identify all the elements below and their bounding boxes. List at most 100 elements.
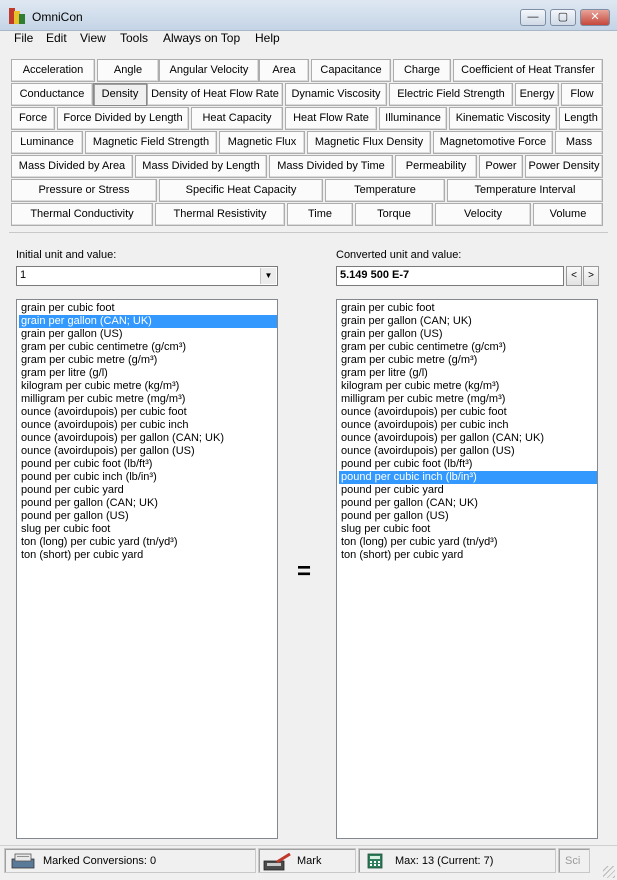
from-unit-item[interactable]: grain per cubic foot xyxy=(19,302,277,315)
to-unit-item[interactable]: gram per cubic centimetre (g/cm³) xyxy=(339,341,597,354)
tab-density[interactable]: Density xyxy=(93,83,147,106)
from-unit-item[interactable]: pound per cubic foot (lb/ft³) xyxy=(19,458,277,471)
tab-acceleration[interactable]: Acceleration xyxy=(11,59,95,82)
to-unit-item[interactable]: gram per litre (g/l) xyxy=(339,367,597,380)
tab-flow[interactable]: Flow xyxy=(561,83,603,106)
to-unit-item[interactable]: pound per cubic foot (lb/ft³) xyxy=(339,458,597,471)
from-unit-item[interactable]: grain per gallon (CAN; UK) xyxy=(19,315,277,328)
tab-charge[interactable]: Charge xyxy=(393,59,451,82)
tab-force-divided-by-length[interactable]: Force Divided by Length xyxy=(57,107,189,130)
tab-conductance[interactable]: Conductance xyxy=(11,83,93,106)
tab-temperature[interactable]: Temperature xyxy=(325,179,445,202)
tab-time[interactable]: Time xyxy=(287,203,353,226)
to-unit-item[interactable]: grain per gallon (US) xyxy=(339,328,597,341)
from-unit-item[interactable]: grain per gallon (US) xyxy=(19,328,277,341)
from-unit-item[interactable]: ounce (avoirdupois) per gallon (CAN; UK) xyxy=(19,432,277,445)
to-unit-item[interactable]: grain per cubic foot xyxy=(339,302,597,315)
tab-torque[interactable]: Torque xyxy=(355,203,433,226)
tab-mass-divided-by-area[interactable]: Mass Divided by Area xyxy=(11,155,133,178)
tab-thermal-resistivity[interactable]: Thermal Resistivity xyxy=(155,203,285,226)
to-unit-item[interactable]: gram per cubic metre (g/m³) xyxy=(339,354,597,367)
from-unit-item[interactable]: ton (long) per cubic yard (tn/yd³) xyxy=(19,536,277,549)
tab-mass-divided-by-length[interactable]: Mass Divided by Length xyxy=(135,155,267,178)
tab-area[interactable]: Area xyxy=(259,59,309,82)
tab-magnetic-flux-density[interactable]: Magnetic Flux Density xyxy=(307,131,431,154)
to-unit-item[interactable]: ounce (avoirdupois) per cubic foot xyxy=(339,406,597,419)
tab-luminance[interactable]: Luminance xyxy=(11,131,83,154)
to-unit-item[interactable]: ton (short) per cubic yard xyxy=(339,549,597,562)
initial-value[interactable]: 1 xyxy=(20,269,26,281)
from-unit-item[interactable]: gram per cubic centimetre (g/cm³) xyxy=(19,341,277,354)
tab-angular-velocity[interactable]: Angular Velocity xyxy=(159,59,259,82)
mark-label[interactable]: Mark xyxy=(297,855,321,867)
tab-magnetomotive-force[interactable]: Magnetomotive Force xyxy=(433,131,553,154)
sci-panel[interactable]: Sci xyxy=(558,848,590,873)
tab-power[interactable]: Power xyxy=(479,155,523,178)
tab-temperature-interval[interactable]: Temperature Interval xyxy=(447,179,603,202)
to-unit-item[interactable]: ton (long) per cubic yard (tn/yd³) xyxy=(339,536,597,549)
tab-volume[interactable]: Volume xyxy=(533,203,603,226)
tab-heat-capacity[interactable]: Heat Capacity xyxy=(191,107,283,130)
prev-format-button[interactable]: < xyxy=(566,266,582,286)
maximize-button[interactable]: ▢ xyxy=(550,9,576,26)
tab-kinematic-viscosity[interactable]: Kinematic Viscosity xyxy=(449,107,557,130)
mark-button[interactable]: Mark xyxy=(258,848,356,873)
converted-value-field[interactable]: 5.149 500 E-7 xyxy=(336,266,564,286)
menu-always-on-top[interactable]: Always on Top xyxy=(163,31,240,45)
to-unit-item[interactable]: milligram per cubic metre (mg/m³) xyxy=(339,393,597,406)
from-unit-item[interactable]: gram per litre (g/l) xyxy=(19,367,277,380)
to-unit-item[interactable]: ounce (avoirdupois) per gallon (US) xyxy=(339,445,597,458)
from-unit-item[interactable]: gram per cubic metre (g/m³) xyxy=(19,354,277,367)
close-button[interactable]: ✕ xyxy=(580,9,610,26)
tab-coefficient-of-heat-transfer[interactable]: Coefficient of Heat Transfer xyxy=(453,59,603,82)
tab-heat-flow-rate[interactable]: Heat Flow Rate xyxy=(285,107,377,130)
from-unit-item[interactable]: pound per gallon (CAN; UK) xyxy=(19,497,277,510)
minimize-button[interactable]: — xyxy=(520,9,546,26)
from-unit-item[interactable]: ton (short) per cubic yard xyxy=(19,549,277,562)
from-unit-list[interactable]: grain per cubic foot grain per gallon (CA… xyxy=(16,299,278,839)
from-unit-item[interactable]: slug per cubic foot xyxy=(19,523,277,536)
tab-dynamic-viscosity[interactable]: Dynamic Viscosity xyxy=(285,83,387,106)
from-unit-item[interactable]: milligram per cubic metre (mg/m³) xyxy=(19,393,277,406)
next-format-button[interactable]: > xyxy=(583,266,599,286)
to-unit-item[interactable]: pound per cubic yard xyxy=(339,484,597,497)
tab-power-density[interactable]: Power Density xyxy=(525,155,603,178)
menu-view[interactable]: View xyxy=(80,31,106,45)
to-unit-item[interactable]: pound per gallon (US) xyxy=(339,510,597,523)
tab-energy[interactable]: Energy xyxy=(515,83,559,106)
from-unit-item[interactable]: pound per gallon (US) xyxy=(19,510,277,523)
from-unit-item[interactable]: pound per cubic yard xyxy=(19,484,277,497)
from-unit-item[interactable]: ounce (avoirdupois) per cubic foot xyxy=(19,406,277,419)
tab-specific-heat-capacity[interactable]: Specific Heat Capacity xyxy=(159,179,323,202)
menu-tools[interactable]: Tools xyxy=(120,31,148,45)
tab-magnetic-flux[interactable]: Magnetic Flux xyxy=(219,131,305,154)
to-unit-item[interactable]: kilogram per cubic metre (kg/m³) xyxy=(339,380,597,393)
to-unit-list[interactable]: grain per cubic foot grain per gallon (CA… xyxy=(336,299,598,839)
chevron-down-icon[interactable]: ▼ xyxy=(260,268,276,284)
from-unit-item[interactable]: ounce (avoirdupois) per cubic inch xyxy=(19,419,277,432)
tab-density-of-heat-flow-rate[interactable]: Density of Heat Flow Rate xyxy=(147,83,283,106)
tab-pressure-or-stress[interactable]: Pressure or Stress xyxy=(11,179,157,202)
tab-magnetic-field-strength[interactable]: Magnetic Field Strength xyxy=(85,131,217,154)
to-unit-item[interactable]: pound per gallon (CAN; UK) xyxy=(339,497,597,510)
tab-mass-divided-by-time[interactable]: Mass Divided by Time xyxy=(269,155,393,178)
from-unit-item[interactable]: ounce (avoirdupois) per gallon (US) xyxy=(19,445,277,458)
from-unit-item[interactable]: pound per cubic inch (lb/in³) xyxy=(19,471,277,484)
tab-permeability[interactable]: Permeability xyxy=(395,155,477,178)
tab-force[interactable]: Force xyxy=(11,107,55,130)
from-unit-item[interactable]: kilogram per cubic metre (kg/m³) xyxy=(19,380,277,393)
menu-file[interactable]: File xyxy=(14,31,33,45)
tab-angle[interactable]: Angle xyxy=(97,59,159,82)
tab-length[interactable]: Length xyxy=(559,107,603,130)
initial-value-combo[interactable]: 1 ▼ xyxy=(16,266,278,286)
to-unit-item[interactable]: slug per cubic foot xyxy=(339,523,597,536)
sci-toggle[interactable]: Sci xyxy=(565,855,580,867)
to-unit-item[interactable]: grain per gallon (CAN; UK) xyxy=(339,315,597,328)
to-unit-item[interactable]: ounce (avoirdupois) per cubic inch xyxy=(339,419,597,432)
tab-electric-field-strength[interactable]: Electric Field Strength xyxy=(389,83,513,106)
menu-edit[interactable]: Edit xyxy=(46,31,67,45)
tab-illuminance[interactable]: Illuminance xyxy=(379,107,447,130)
tab-capacitance[interactable]: Capacitance xyxy=(311,59,391,82)
tab-thermal-conductivity[interactable]: Thermal Conductivity xyxy=(11,203,153,226)
resize-grip[interactable] xyxy=(603,866,615,878)
